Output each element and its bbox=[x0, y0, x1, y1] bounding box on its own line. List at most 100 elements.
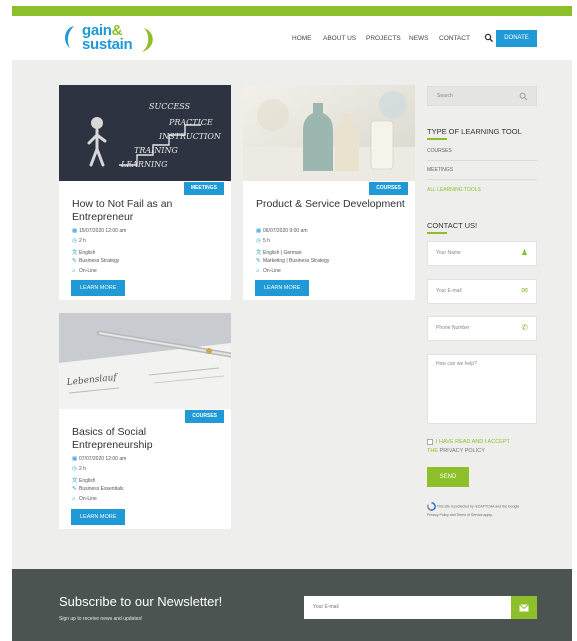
envelope-icon bbox=[519, 604, 529, 612]
card-topic: Business Strategy bbox=[79, 258, 120, 264]
logo-word-sustain: sustain bbox=[82, 36, 133, 53]
top-accent-bar bbox=[12, 6, 572, 16]
home-icon: ⌂ bbox=[72, 496, 76, 502]
calendar-icon: ▦ bbox=[72, 456, 78, 462]
calendar-icon: ▦ bbox=[72, 228, 78, 234]
sidebar-link-courses[interactable]: COURSES bbox=[427, 148, 452, 154]
privacy-text-a: I HAVE READ AND I ACCEPT bbox=[436, 439, 510, 445]
clock-icon: ◷ bbox=[256, 238, 261, 244]
recaptcha-text-a: This site is protected by reCAPTCHA and … bbox=[436, 504, 520, 509]
category-badge[interactable]: COURSES bbox=[369, 182, 408, 195]
sidebar-link-all-tools[interactable]: ALL LEARNING TOOLS bbox=[427, 187, 481, 193]
name-placeholder: Your Name bbox=[436, 250, 461, 256]
recaptcha-icon bbox=[427, 502, 436, 511]
category-badge[interactable]: COURSES bbox=[185, 410, 224, 423]
newsletter-footer: Subscribe to our Newsletter! Sign up to … bbox=[12, 569, 572, 641]
course-card: Lebenslauf COURSES Basics of Social Entr… bbox=[59, 313, 231, 529]
card-mode: On-Line bbox=[79, 496, 97, 502]
course-card: COURSES Product & Service Development ▦ 0… bbox=[243, 85, 415, 300]
nav-about-us[interactable]: ABOUT US bbox=[323, 35, 356, 42]
learn-more-button[interactable]: LEARN MORE bbox=[71, 509, 126, 525]
learn-more-button[interactable]: LEARN MORE bbox=[255, 280, 310, 296]
privacy-consent: I HAVE READ AND I ACCEPT THE PRIVACY POL… bbox=[427, 438, 537, 456]
edit-icon: ✎ bbox=[72, 258, 77, 264]
edit-icon: ✎ bbox=[256, 258, 261, 264]
message-textarea[interactable]: How can we help? bbox=[427, 354, 537, 424]
chalk-word: TRAINING bbox=[134, 146, 178, 155]
chalk-word: INSTRUCTION bbox=[158, 132, 222, 141]
card-image-resume: Lebenslauf bbox=[59, 313, 231, 409]
message-placeholder: How can we help? bbox=[436, 361, 477, 367]
card-date: 07/07/2020 12:00 am bbox=[79, 456, 127, 462]
phone-icon: ✆ bbox=[521, 323, 528, 332]
card-title[interactable]: Product & Service Development bbox=[256, 198, 406, 211]
card-title[interactable]: How to Not Fail as an Entrepreneur bbox=[72, 198, 222, 223]
sidebar-link-meetings[interactable]: MEETINGS bbox=[427, 167, 453, 173]
category-badge[interactable]: MEETINGS bbox=[183, 182, 224, 195]
card-date: 06/07/2020 9:00 am bbox=[263, 228, 308, 234]
sidebar-search-input[interactable]: Search bbox=[427, 86, 537, 106]
search-placeholder: Search bbox=[437, 93, 453, 99]
newsletter-submit-button[interactable] bbox=[511, 596, 537, 619]
nav-home[interactable]: HOME bbox=[292, 35, 312, 42]
chalk-word: PRACTICE bbox=[168, 118, 213, 127]
language-icon: 文 bbox=[256, 250, 262, 256]
donate-button[interactable]: DONATE bbox=[496, 30, 537, 47]
search-icon[interactable] bbox=[484, 33, 494, 43]
home-icon: ⌂ bbox=[256, 268, 260, 274]
language-icon: 文 bbox=[72, 478, 78, 484]
contact-heading: CONTACT US! bbox=[427, 221, 478, 230]
name-field[interactable]: Your Name ♟ bbox=[427, 241, 537, 266]
card-language: English | German bbox=[263, 250, 302, 256]
privacy-policy-link[interactable]: PRIVACY POLICY bbox=[440, 448, 485, 454]
privacy-text-b: THE bbox=[427, 448, 438, 454]
language-icon: 文 bbox=[72, 250, 78, 256]
card-image-bottles bbox=[243, 85, 415, 181]
divider bbox=[427, 179, 537, 180]
card-mode: On-Line bbox=[263, 268, 281, 274]
card-topic: Marketing | Business Strategy bbox=[263, 258, 330, 264]
card-image-chalkboard: SUCCESS PRACTICE INSTRUCTION TRAINING LE… bbox=[59, 85, 231, 181]
newsletter-subtitle: Sign up to receive news and updates! bbox=[59, 616, 143, 622]
privacy-checkbox[interactable] bbox=[427, 438, 433, 445]
card-title[interactable]: Basics of Social Entrepreneurship bbox=[72, 426, 222, 451]
calendar-icon: ▦ bbox=[256, 228, 262, 234]
learn-more-button[interactable]: LEARN MORE bbox=[71, 280, 126, 296]
heading-underline bbox=[427, 232, 447, 234]
card-duration: 2 h bbox=[79, 466, 86, 472]
card-mode: On-Line bbox=[79, 268, 97, 274]
user-icon: ♟ bbox=[520, 248, 528, 257]
card-date: 15/07/2020 12:00 am bbox=[79, 228, 127, 234]
recaptcha-text-b: Privacy Policy and Terms of Service appl… bbox=[427, 513, 493, 517]
chalk-word: LEARNING bbox=[120, 160, 168, 169]
email-placeholder: Your E-mail bbox=[436, 288, 462, 294]
nav-projects[interactable]: PROJECTS bbox=[366, 35, 401, 42]
chalk-word: SUCCESS bbox=[149, 102, 191, 111]
edit-icon: ✎ bbox=[72, 486, 77, 492]
logo[interactable]: gain& sustain bbox=[60, 22, 170, 56]
card-language: English bbox=[79, 478, 96, 484]
learning-tool-heading: TYPE OF LEARNING TOOL bbox=[427, 127, 522, 136]
send-button[interactable]: SEND bbox=[427, 467, 469, 487]
phone-field[interactable]: Phone Number ✆ bbox=[427, 316, 537, 341]
course-card: SUCCESS PRACTICE INSTRUCTION TRAINING LE… bbox=[59, 85, 231, 300]
search-icon[interactable] bbox=[519, 92, 528, 101]
card-duration: 2 h bbox=[79, 238, 86, 244]
email-field[interactable]: Your E-mail ✉ bbox=[427, 279, 537, 304]
home-icon: ⌂ bbox=[72, 268, 76, 274]
nav-news[interactable]: NEWS bbox=[409, 35, 429, 42]
heading-underline bbox=[427, 138, 447, 140]
site-header: gain& sustain HOME ABOUT US PROJECTS NEW… bbox=[12, 16, 572, 60]
card-language: English bbox=[79, 250, 96, 256]
clock-icon: ◷ bbox=[72, 466, 77, 472]
nav-contact[interactable]: CONTACT bbox=[439, 35, 470, 42]
main-content: SUCCESS PRACTICE INSTRUCTION TRAINING LE… bbox=[12, 60, 572, 569]
phone-placeholder: Phone Number bbox=[436, 325, 470, 331]
divider bbox=[427, 160, 537, 161]
envelope-icon: ✉ bbox=[521, 286, 528, 295]
newsletter-email-input[interactable] bbox=[304, 596, 511, 619]
card-duration: 5 h bbox=[263, 238, 270, 244]
card-topic: Business Essentials bbox=[79, 486, 124, 492]
newsletter-title: Subscribe to our Newsletter! bbox=[59, 594, 223, 609]
clock-icon: ◷ bbox=[72, 238, 77, 244]
